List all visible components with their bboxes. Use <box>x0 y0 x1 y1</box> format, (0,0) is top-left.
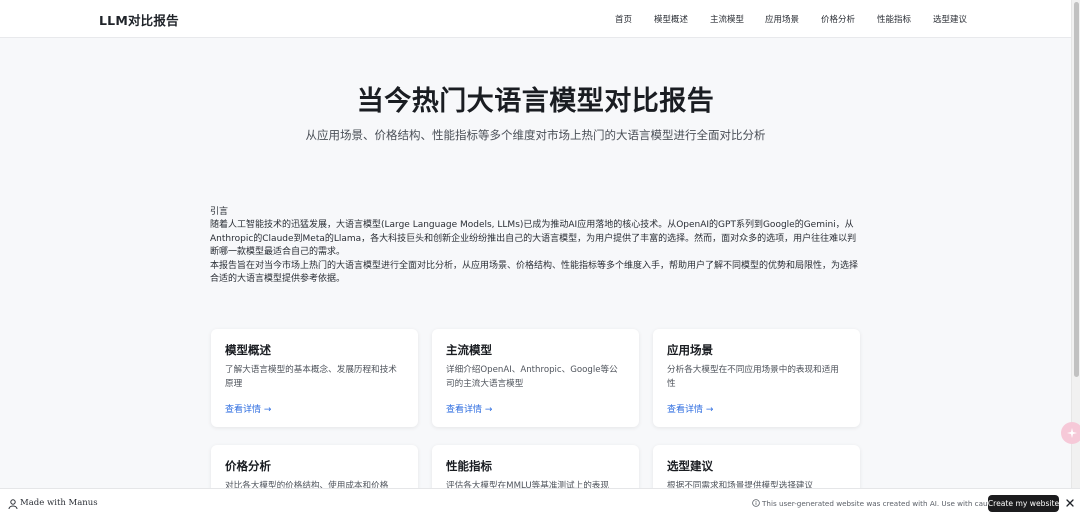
page-title: 当今热门大语言模型对比报告 <box>356 86 715 117</box>
nav-item-selection-advice[interactable]: 选型建议 <box>933 13 967 25</box>
intro-heading: 引言 <box>210 207 229 217</box>
card-title: 模型概述 <box>225 343 271 357</box>
view-details-link[interactable]: 查看详情 → <box>225 402 271 415</box>
card-title: 选型建议 <box>667 459 713 473</box>
card-title: 性能指标 <box>446 459 492 473</box>
view-details-link[interactable]: 查看详情 → <box>446 402 492 415</box>
card-use-cases: 应用场景 分析各大模型在不同应用场景中的表现和适用性 查看详情 → <box>653 329 860 427</box>
info-icon <box>752 499 760 507</box>
create-my-website-button[interactable]: Create my website <box>988 495 1059 512</box>
card-description: 分析各大模型在不同应用场景中的表现和适用性 <box>667 365 839 389</box>
card-description: 了解大语言模型的基本概念、发展历程和技术原理 <box>225 365 397 389</box>
sparkle-icon <box>1067 428 1077 438</box>
nav-item-mainstream-models[interactable]: 主流模型 <box>710 13 744 25</box>
page-subtitle: 从应用场景、价格结构、性能指标等多个维度对市场上热门的大语言模型进行全面对比分析 <box>305 128 766 142</box>
nav-item-model-overview[interactable]: 模型概述 <box>654 13 688 25</box>
card-model-overview: 模型概述 了解大语言模型的基本概念、发展历程和技术原理 查看详情 → <box>211 329 418 427</box>
intro-section: 引言 随着人工智能技术的迅猛发展，大语言模型(Large Language Mo… <box>210 206 865 286</box>
scrollbar-thumb[interactable] <box>1074 2 1079 377</box>
brand-logo-text[interactable]: LLM对比报告 <box>99 10 179 29</box>
intro-paragraph-2: 本报告旨在对当今市场上热门的大语言模型进行全面对比分析，从应用场景、价格结构、性… <box>210 260 859 285</box>
manus-banner: Made with Manus This user-generated webs… <box>0 488 1080 518</box>
top-navigation-bar: LLM对比报告 首页 模型概述 主流模型 应用场景 价格分析 性能指标 选型建议 <box>0 0 1071 38</box>
card-mainstream-models: 主流模型 详细介绍OpenAI、Anthropic、Google等公司的主流大语… <box>432 329 639 427</box>
card-title: 应用场景 <box>667 343 713 357</box>
floating-assistant-button[interactable] <box>1061 422 1080 444</box>
page-scrollbar[interactable] <box>1071 0 1080 488</box>
ai-caution-notice: This user-generated website was created … <box>762 499 1004 508</box>
nav-item-use-cases[interactable]: 应用场景 <box>765 13 799 25</box>
manus-logo-icon <box>8 499 18 510</box>
card-description: 详细介绍OpenAI、Anthropic、Google等公司的主流大语言模型 <box>446 365 618 389</box>
nav-item-price-analysis[interactable]: 价格分析 <box>821 13 855 25</box>
card-title: 价格分析 <box>225 459 271 473</box>
made-with-manus-label[interactable]: Made with Manus <box>20 498 98 508</box>
close-icon[interactable] <box>1064 497 1076 509</box>
card-title: 主流模型 <box>446 343 492 357</box>
nav-item-home[interactable]: 首页 <box>615 13 632 25</box>
intro-paragraph-1: 随着人工智能技术的迅猛发展，大语言模型(Large Language Model… <box>210 220 857 258</box>
nav-item-performance[interactable]: 性能指标 <box>877 13 911 25</box>
view-details-link[interactable]: 查看详情 → <box>667 402 713 415</box>
